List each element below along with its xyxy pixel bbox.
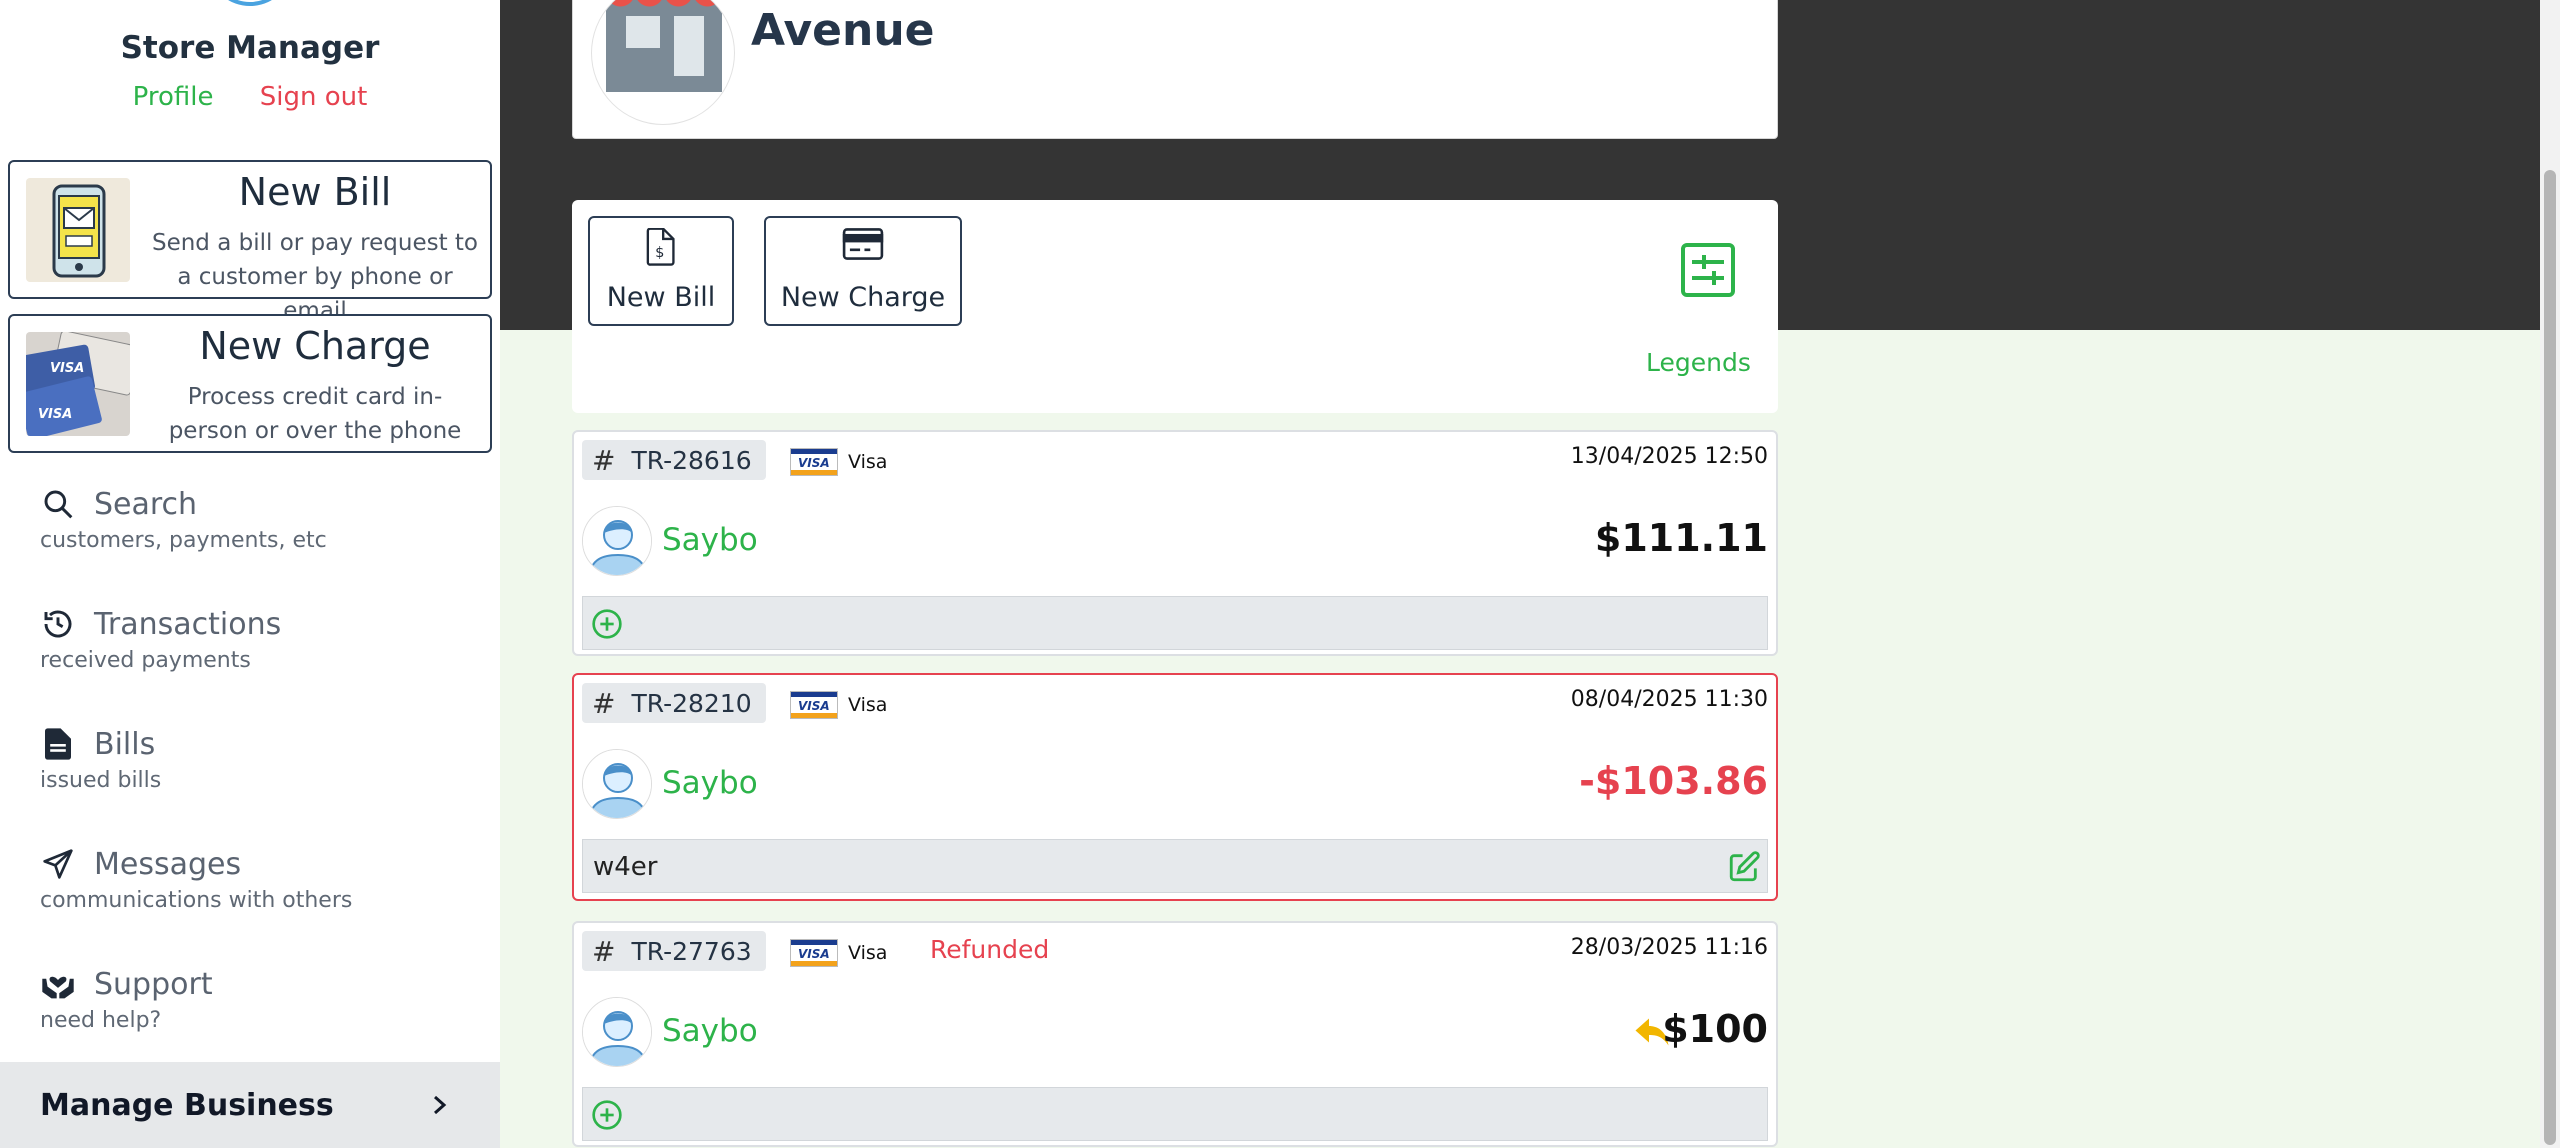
user-avatar[interactable] bbox=[212, 0, 288, 6]
hash-icon: # bbox=[592, 934, 616, 968]
nav-support-subtitle: need help? bbox=[40, 1008, 162, 1033]
nav-bills-label: Bills bbox=[94, 726, 156, 762]
customer-name[interactable]: Saybo bbox=[662, 522, 758, 558]
history-icon bbox=[40, 606, 76, 642]
legends-link[interactable]: Legends bbox=[1646, 348, 1751, 377]
visa-cards-image: VISA VISA bbox=[26, 332, 130, 436]
card-brand: VISA Visa bbox=[790, 691, 887, 719]
svg-text:$: $ bbox=[655, 244, 664, 261]
svg-text:VISA: VISA bbox=[38, 407, 72, 422]
new-bill-button-label: New Bill bbox=[606, 282, 716, 313]
visa-card-icon: VISA bbox=[790, 448, 838, 476]
nav-search-label: Search bbox=[94, 486, 198, 522]
new-charge-card[interactable]: VISA VISA New Charge Process credit card… bbox=[8, 314, 492, 453]
manage-business-label: Manage Business bbox=[40, 1088, 334, 1123]
new-charge-button-label: New Charge bbox=[780, 282, 946, 313]
new-charge-button[interactable]: New Charge bbox=[764, 216, 962, 326]
sign-out-link[interactable]: Sign out bbox=[260, 82, 368, 112]
chevron-right-icon bbox=[428, 1090, 452, 1124]
new-bill-description: Send a bill or pay request to a customer… bbox=[151, 230, 478, 324]
filter-sliders-icon[interactable] bbox=[1680, 242, 1736, 302]
store-header-card: Avenue bbox=[572, 0, 1778, 139]
transaction-id: TR-28210 bbox=[631, 688, 752, 718]
visa-card-icon: VISA bbox=[790, 691, 838, 719]
nav-transactions[interactable]: Transactions received payments bbox=[40, 604, 480, 674]
card-brand-label: Visa bbox=[848, 451, 888, 473]
svg-text:VISA: VISA bbox=[798, 456, 830, 470]
phone-bill-image bbox=[26, 178, 130, 282]
transaction-card[interactable]: # TR-28210 VISA Visa 08/04/2025 11:30 Sa… bbox=[572, 673, 1778, 901]
svg-text:VISA: VISA bbox=[798, 699, 830, 713]
profile-links: Profile Sign out bbox=[0, 82, 500, 112]
sidebar: Store Manager Profile Sign out New Bill … bbox=[0, 0, 500, 1148]
nav-search-subtitle: customers, payments, etc bbox=[40, 528, 327, 553]
visa-card-icon: VISA bbox=[790, 939, 838, 967]
send-icon bbox=[40, 846, 76, 882]
note-bar bbox=[582, 1087, 1768, 1141]
customer-avatar[interactable] bbox=[582, 749, 652, 819]
transaction-card[interactable]: # TR-27763 VISA Visa Refunded 28/03/2025… bbox=[572, 921, 1778, 1147]
transaction-amount: $100 bbox=[1662, 1007, 1768, 1051]
transaction-date: 08/04/2025 11:30 bbox=[1570, 687, 1768, 712]
new-charge-title: New Charge bbox=[199, 324, 431, 368]
transaction-id: TR-28616 bbox=[631, 445, 752, 475]
transaction-date: 13/04/2025 12:50 bbox=[1570, 444, 1768, 469]
card-brand: VISA Visa bbox=[790, 939, 887, 967]
new-bill-card[interactable]: New Bill Send a bill or pay request to a… bbox=[8, 160, 492, 324]
nav-support-label: Support bbox=[94, 966, 213, 1002]
customer-name[interactable]: Saybo bbox=[662, 1013, 758, 1049]
nav-messages[interactable]: Messages communications with others bbox=[40, 844, 480, 914]
nav-transactions-subtitle: received payments bbox=[40, 648, 251, 673]
edit-note-icon[interactable] bbox=[1727, 850, 1761, 888]
customer-avatar[interactable] bbox=[582, 506, 652, 576]
card-brand: VISA Visa bbox=[790, 448, 887, 476]
support-hands-icon bbox=[40, 966, 76, 1002]
svg-text:VISA: VISA bbox=[798, 947, 830, 961]
customer-name[interactable]: Saybo bbox=[662, 765, 758, 801]
customer-avatar[interactable] bbox=[582, 997, 652, 1067]
svg-text:VISA: VISA bbox=[50, 361, 84, 376]
transaction-id: TR-27763 bbox=[631, 936, 752, 966]
new-bill-title: New Bill bbox=[238, 170, 392, 214]
search-icon bbox=[40, 486, 76, 522]
profile-link[interactable]: Profile bbox=[133, 82, 214, 112]
transaction-id-badge[interactable]: # TR-28210 bbox=[582, 683, 766, 723]
store-name: Avenue bbox=[751, 5, 935, 56]
storefront-icon bbox=[591, 0, 735, 125]
note-bar: w4er bbox=[582, 839, 1768, 893]
new-bill-button[interactable]: $ New Bill bbox=[588, 216, 734, 326]
hash-icon: # bbox=[592, 686, 616, 720]
refunded-status: Refunded bbox=[930, 935, 1050, 964]
transaction-card[interactable]: # TR-28616 VISA Visa 13/04/2025 12:50 Sa… bbox=[572, 430, 1778, 656]
transaction-date: 28/03/2025 11:16 bbox=[1570, 935, 1768, 960]
scrollbar-thumb[interactable] bbox=[2544, 170, 2556, 1145]
add-note-icon[interactable] bbox=[591, 1099, 623, 1135]
transaction-amount: -$103.86 bbox=[1579, 759, 1768, 803]
add-note-icon[interactable] bbox=[591, 608, 623, 644]
bill-dollar-icon: $ bbox=[590, 228, 732, 268]
new-charge-description: Process credit card in-person or over th… bbox=[168, 384, 462, 444]
credit-card-icon bbox=[766, 228, 960, 268]
document-icon bbox=[40, 726, 76, 762]
card-brand-label: Visa bbox=[848, 942, 888, 964]
nav-support[interactable]: Support need help? bbox=[40, 964, 480, 1034]
transaction-amount: $111.11 bbox=[1594, 516, 1768, 560]
nav-transactions-label: Transactions bbox=[94, 606, 282, 642]
nav-search[interactable]: Search customers, payments, etc bbox=[40, 484, 480, 554]
nav-messages-label: Messages bbox=[94, 846, 242, 882]
card-brand-label: Visa bbox=[848, 694, 888, 716]
transaction-note: w4er bbox=[593, 852, 658, 882]
transaction-id-badge[interactable]: # TR-27763 bbox=[582, 931, 766, 971]
nav-messages-subtitle: communications with others bbox=[40, 888, 353, 913]
nav-bills-subtitle: issued bills bbox=[40, 768, 162, 793]
transaction-id-badge[interactable]: # TR-28616 bbox=[582, 440, 766, 480]
toolbar-card: $ New Bill New Charge Legends bbox=[572, 200, 1778, 413]
note-bar bbox=[582, 596, 1768, 650]
nav-bills[interactable]: Bills issued bills bbox=[40, 724, 480, 794]
manage-business-button[interactable]: Manage Business bbox=[0, 1062, 500, 1148]
hash-icon: # bbox=[592, 443, 616, 477]
user-title: Store Manager bbox=[120, 30, 380, 66]
